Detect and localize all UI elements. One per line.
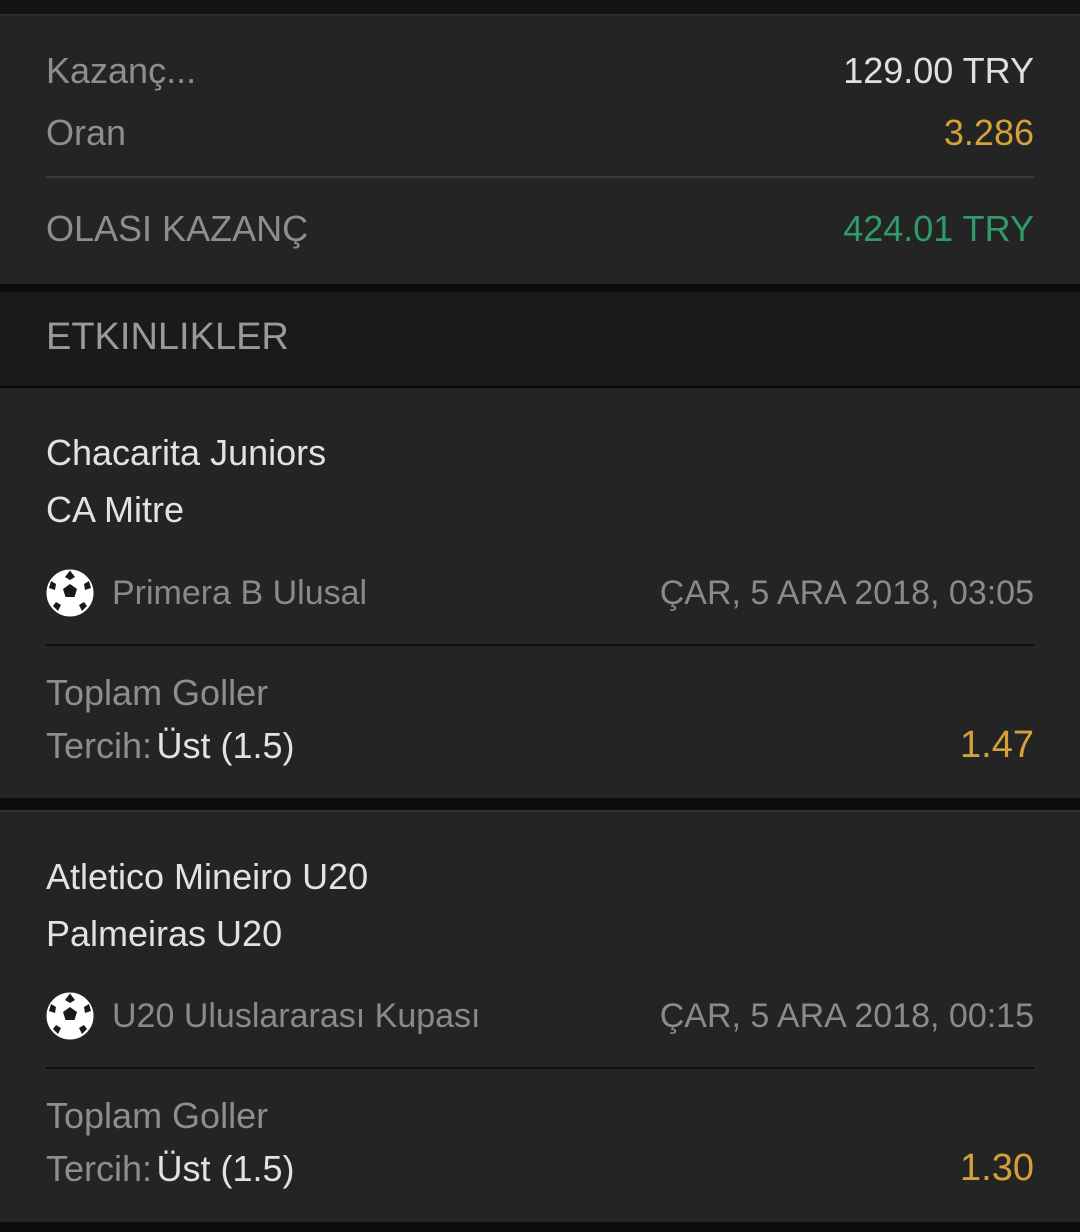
card-divider — [46, 1067, 1034, 1069]
odds-label: Oran — [46, 112, 127, 153]
card-divider — [46, 644, 1034, 646]
pick-label: Tercih: — [46, 724, 153, 766]
stake-row: Kazanç... 129.00 TRY — [46, 50, 1034, 92]
event-meta: U20 Uluslararası Kupası ÇAR, 5 ARA 2018,… — [46, 991, 1034, 1041]
top-bar — [0, 0, 1080, 16]
bottom-gap — [0, 1222, 1080, 1232]
event-card[interactable]: Chacarita Juniors CA Mitre Primera B Ulu… — [0, 388, 1080, 798]
events-header-title: ETKINLIKLER — [46, 316, 289, 358]
events-section-header: ETKINLIKLER — [0, 292, 1080, 388]
home-team: Chacarita Juniors — [46, 432, 327, 473]
selection-odds: 1.30 — [960, 1147, 1034, 1189]
event-meta: Primera B Ulusal ÇAR, 5 ARA 2018, 03:05 — [46, 568, 1034, 618]
league-name: U20 Uluslararası Kupası — [112, 996, 481, 1035]
pick-value: Üst (1.5) — [156, 724, 295, 766]
pick-label: Tercih: — [46, 1147, 153, 1189]
pick-value: Üst (1.5) — [156, 1147, 295, 1189]
section-gap — [0, 284, 1080, 292]
market-name: Toplam Goller — [46, 672, 269, 713]
potential-win-value: 424.01 TRY — [843, 208, 1034, 249]
selection-odds: 1.47 — [960, 724, 1034, 766]
stake-label: Kazanç... — [46, 50, 197, 91]
potential-win-row: OLASI KAZANÇ 424.01 TRY — [46, 208, 1034, 250]
market-name: Toplam Goller — [46, 1095, 269, 1136]
bet-summary: Kazanç... 129.00 TRY Oran 3.286 OLASI KA… — [0, 16, 1080, 284]
stake-value: 129.00 TRY — [843, 50, 1034, 91]
card-gap — [0, 798, 1080, 812]
total-odds-value: 3.286 — [943, 112, 1034, 153]
event-datetime: ÇAR, 5 ARA 2018, 03:05 — [659, 573, 1034, 612]
event-card[interactable]: Atletico Mineiro U20 Palmeiras U20 U20 U… — [0, 812, 1080, 1222]
league-name: Primera B Ulusal — [112, 573, 368, 612]
pick-row: Tercih: Üst (1.5) 1.30 — [46, 1147, 1034, 1190]
pick-row: Tercih: Üst (1.5) 1.47 — [46, 724, 1034, 767]
away-team: CA Mitre — [46, 489, 185, 530]
odds-row: Oran 3.286 — [46, 112, 1034, 154]
home-team: Atletico Mineiro U20 — [46, 856, 369, 897]
away-team: Palmeiras U20 — [46, 913, 283, 954]
soccer-ball-icon — [46, 992, 94, 1040]
summary-divider — [46, 176, 1034, 178]
event-datetime: ÇAR, 5 ARA 2018, 00:15 — [659, 996, 1034, 1035]
potential-win-label: OLASI KAZANÇ — [46, 208, 309, 249]
soccer-ball-icon — [46, 569, 94, 617]
